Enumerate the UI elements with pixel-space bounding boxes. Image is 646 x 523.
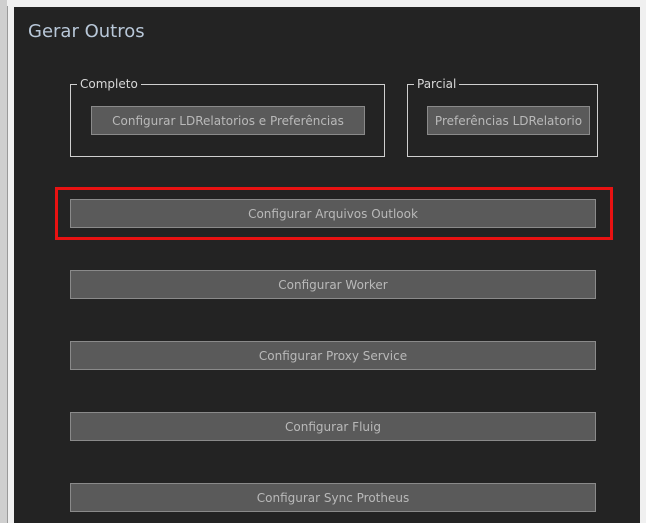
group-parcial-legend: Parcial bbox=[414, 76, 460, 92]
configurar-sync-protheus-button[interactable]: Configurar Sync Protheus bbox=[70, 483, 596, 512]
configurar-worker-button[interactable]: Configurar Worker bbox=[70, 270, 596, 299]
preferencias-ldrelatorio-button[interactable]: Preferências LDRelatorio bbox=[427, 106, 590, 135]
window-right-border bbox=[640, 0, 646, 523]
configurar-arquivos-outlook-button[interactable]: Configurar Arquivos Outlook bbox=[70, 199, 596, 228]
configurar-proxy-service-button[interactable]: Configurar Proxy Service bbox=[70, 341, 596, 370]
group-completo-legend: Completo bbox=[77, 76, 141, 92]
panel-title: Gerar Outros bbox=[28, 21, 145, 42]
gerar-outros-panel: Gerar Outros Completo Configurar LDRelat… bbox=[14, 7, 640, 523]
configurar-fluig-button[interactable]: Configurar Fluig bbox=[70, 412, 596, 441]
window-left-border bbox=[0, 0, 8, 523]
window-top-border bbox=[7, 0, 646, 6]
configurar-ldrelatorios-button[interactable]: Configurar LDRelatorios e Preferências bbox=[91, 106, 365, 135]
